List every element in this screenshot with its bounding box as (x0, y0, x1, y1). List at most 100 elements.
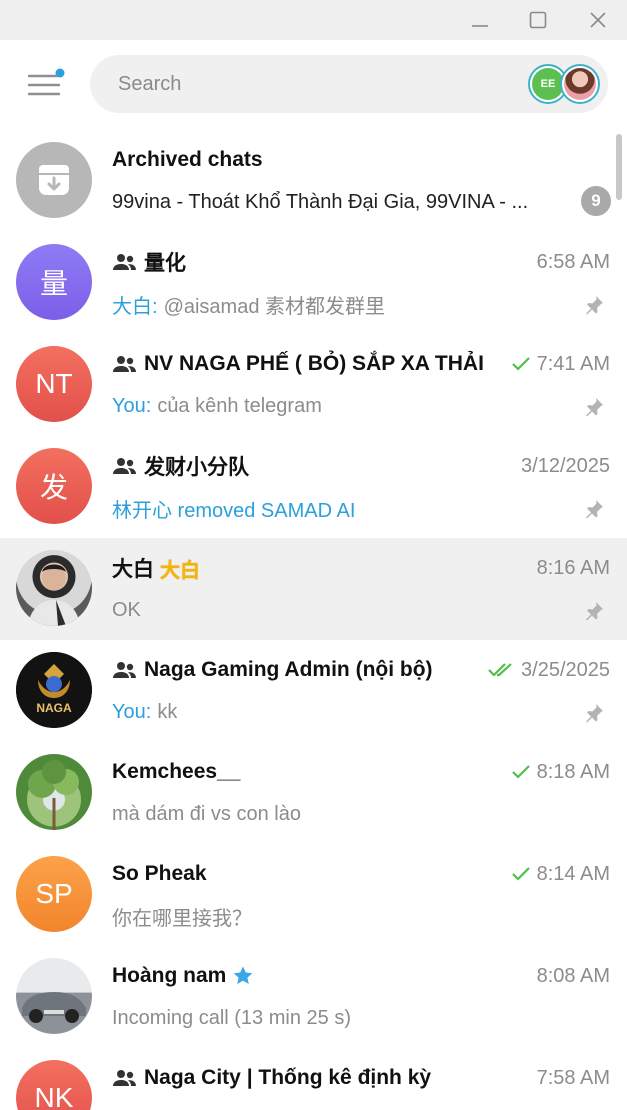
chat-avatar: NK (16, 1060, 92, 1110)
chat-preview: You: kk (112, 698, 177, 726)
archived-preview: 99vina - Thoát Khổ Thành Đại Gia, 99VINA… (112, 190, 529, 213)
double-check-icon (488, 663, 512, 677)
emoji-status-tag: 大白 (160, 559, 200, 582)
time-text: 3/12/2025 (521, 454, 610, 477)
chat-name: Naga Gaming Admin (nội bộ) (144, 658, 433, 681)
chat-avatar: 发 (16, 448, 92, 524)
time-text: 3/25/2025 (521, 658, 610, 681)
chat-title: Kemchees__ (112, 758, 240, 786)
chat-title: Naga Gaming Admin (nội bộ) (112, 656, 433, 684)
avatar-initials: SP (35, 878, 73, 909)
person-photo-icon (28, 564, 80, 626)
chat-preview: 林开心 removed SAMAD AI (112, 494, 361, 522)
pin-icon (586, 602, 603, 621)
chat-name: 发财小分队 (144, 456, 249, 479)
account-avatar-photo[interactable] (560, 64, 600, 104)
search-input[interactable] (118, 55, 508, 113)
header: EE (0, 40, 627, 126)
chat-title: So Pheak (112, 860, 207, 888)
star-badge-icon (234, 966, 253, 984)
read-check-icon (511, 357, 530, 371)
avatar-initials: NT (35, 368, 73, 399)
svg-text:NAGA: NAGA (36, 701, 72, 715)
sender-name: 大白: (112, 295, 158, 318)
time-text: 8:18 AM (536, 760, 610, 783)
service-message: 林开心 removed SAMAD AI (112, 499, 356, 522)
message-text: mà dám đi vs con lào (112, 802, 301, 825)
chat-name: 量化 (144, 252, 186, 275)
chat-avatar: SP (16, 856, 92, 932)
chat-preview: You: của kênh telegram (112, 392, 322, 420)
minimize-button[interactable] (451, 0, 509, 40)
chat-time: 8:18 AM (511, 758, 610, 786)
message-text: kk (157, 700, 178, 723)
chat-row[interactable]: SP So Pheak 8:14 AM 你在哪里接我？ (0, 844, 627, 946)
naga-logo-icon: NAGA (16, 652, 92, 728)
car-photo-icon (22, 992, 86, 1023)
chat-time: 6:58 AM (537, 248, 610, 276)
chat-row[interactable]: Kemchees__ 8:18 AM mà dám đi vs con lào (0, 742, 627, 844)
chat-avatar (16, 754, 92, 830)
chat-name: Kemchees__ (112, 760, 241, 783)
chat-name: So Pheak (112, 862, 207, 885)
chat-title: 大白 大白 (112, 554, 200, 582)
chat-preview: 大白: @aisamad 素材都发群里 (112, 290, 385, 318)
group-icon (113, 254, 136, 270)
chat-avatar: NAGA (16, 652, 92, 728)
sender-name: You: (112, 394, 152, 417)
read-check-icon (511, 765, 530, 779)
chat-name: Hoàng nam (112, 964, 227, 987)
maximize-button[interactable] (509, 0, 567, 40)
title-bar (0, 0, 627, 40)
chat-row[interactable]: 发 发财小分队 3/12/2025 林开心 removed SAMAD AI (0, 436, 627, 538)
chat-avatar: 量 (16, 244, 92, 320)
chat-title: 发财小分队 (112, 452, 249, 480)
chat-time: 8:08 AM (537, 962, 610, 990)
maximize-icon (529, 11, 547, 29)
chat-title: Naga City | Thống kê định kỳ (112, 1064, 431, 1092)
message-text: 你在哪里接我？ (112, 907, 252, 930)
message-text: của kênh telegram (157, 394, 322, 417)
time-text: 8:16 AM (536, 556, 610, 579)
archived-title: Archived chats (112, 148, 263, 171)
chat-row[interactable]: Hoàng nam 8:08 AM Incoming call (13 min … (0, 946, 627, 1048)
chat-preview: OK (112, 596, 141, 624)
chat-time: 7:58 AM (537, 1064, 610, 1092)
archived-chats-row[interactable]: Archived chats 99vina - Thoát Khổ Thành … (0, 130, 627, 232)
time-text: 8:08 AM (536, 964, 610, 987)
chat-preview: Incoming call (13 min 25 s) (112, 1004, 351, 1032)
chat-name: Naga City | Thống kê định kỳ (144, 1066, 432, 1089)
chat-time: 8:16 AM (537, 554, 610, 582)
chat-time: 3/12/2025 (521, 452, 610, 480)
chat-time: 8:14 AM (511, 860, 610, 888)
scrollbar[interactable] (616, 134, 622, 200)
message-text: @aisamad 素材都发群里 (163, 295, 386, 318)
avatar-initials: 量 (39, 268, 68, 299)
notification-dot (55, 68, 65, 78)
chat-row[interactable]: NT NV NAGA PHẾ ( BỎ) SẮP XA THẢI 7:41 AM… (0, 334, 627, 436)
chat-name: NV NAGA PHẾ ( BỎ) SẮP XA THẢI (144, 352, 484, 375)
time-text: 7:41 AM (536, 352, 610, 375)
pin-icon (586, 704, 603, 723)
message-text: Incoming call (13 min 25 s) (112, 1006, 351, 1029)
chat-list: Archived chats 99vina - Thoát Khổ Thành … (0, 130, 627, 1110)
close-icon (590, 12, 606, 28)
close-button[interactable] (569, 0, 627, 40)
chat-name: 大白 (112, 558, 154, 581)
hamburger-menu-icon (27, 68, 65, 96)
chat-row[interactable]: NAGA Naga Gaming Admin (nội bộ) 3/25/202… (0, 640, 627, 742)
chat-title: 量化 (112, 248, 186, 276)
pin-icon (586, 398, 603, 417)
minimize-icon (472, 25, 488, 27)
group-icon (113, 356, 136, 372)
chat-preview: mà dám đi vs con lào (112, 800, 301, 828)
profile-photo-icon (564, 68, 596, 100)
chat-row-selected[interactable]: 大白 大白 8:16 AM OK (0, 538, 627, 640)
tree-photo-icon (28, 760, 79, 830)
menu-button[interactable] (24, 68, 68, 102)
chat-row[interactable]: 量 量化 6:58 AM 大白: @aisamad 素材都发群里 (0, 232, 627, 334)
time-text: 7:58 AM (536, 1066, 610, 1089)
chat-title: Archived chats (112, 146, 263, 174)
avatar-initials: NK (34, 1082, 74, 1110)
chat-row[interactable]: NK Naga City | Thống kê định kỳ 7:58 AM (0, 1048, 627, 1110)
